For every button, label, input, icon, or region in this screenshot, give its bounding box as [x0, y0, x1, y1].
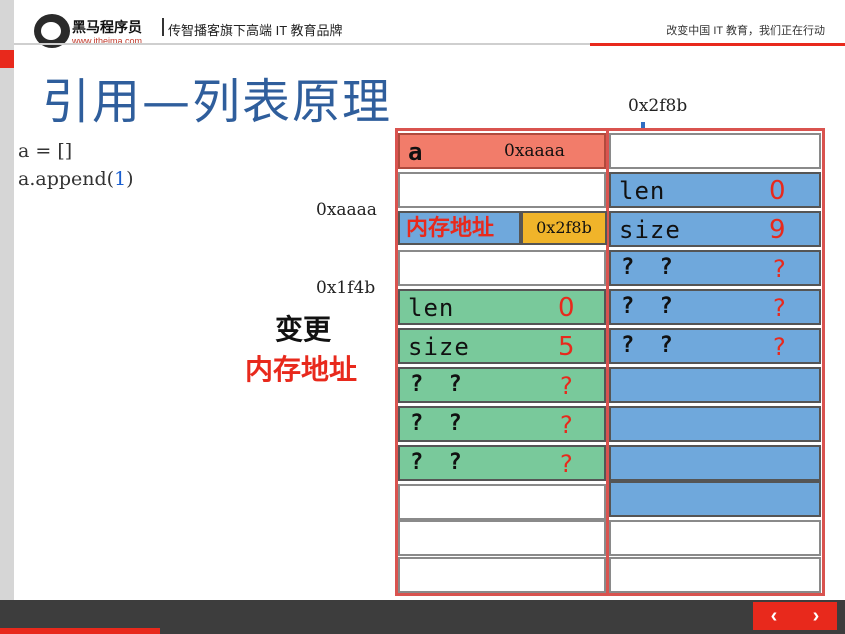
old-list-slot: ? ? ?: [398, 367, 606, 403]
old-list-slot-mark: ? ?: [410, 450, 468, 475]
new-list-slot-mark: ? ?: [621, 255, 679, 280]
header-divider: [162, 18, 164, 36]
variable-address: 0xaaaa: [504, 141, 565, 161]
old-list-size-value: 5: [558, 332, 575, 362]
code-line-2-suffix: ): [126, 168, 134, 190]
old-list-slot: ? ? ?: [398, 406, 606, 442]
next-slide-button[interactable]: ›: [813, 605, 820, 628]
variable-a-cell: a 0xaaaa: [398, 133, 606, 169]
pointer-row: 内存地址 0x2f8b: [398, 211, 607, 245]
old-list-slot-value: ?: [560, 411, 573, 439]
annotation-change: 变更: [275, 314, 332, 345]
bottom-progress-accent: [0, 628, 160, 634]
old-list-slot-mark: ? ?: [410, 411, 468, 436]
new-list-size-value: 9: [769, 215, 786, 245]
new-list-slot-mark: ? ?: [621, 294, 679, 319]
memory-cell-empty: [609, 520, 821, 556]
new-list-slot: ? ? ?: [609, 250, 821, 286]
new-list-slot-value: ?: [773, 294, 786, 322]
pointer-label: 内存地址: [398, 211, 521, 245]
new-list-slot: [609, 445, 821, 481]
code-line-2: a.append(1): [18, 168, 134, 190]
new-list-size-label: size: [619, 216, 681, 244]
new-list-slot: [609, 481, 821, 517]
new-list-len-label: len: [619, 177, 666, 205]
brand-name: 黑马程序员: [72, 19, 142, 35]
address-label-new-block: 0x2f8b: [628, 96, 688, 116]
memory-cell-empty: [398, 520, 606, 556]
memory-cell-empty: [398, 250, 606, 286]
old-list-slot-mark: ? ?: [410, 372, 468, 397]
address-label-a: 0xaaaa: [316, 200, 377, 220]
new-list-len-cell: len 0: [609, 172, 821, 208]
header-underline-accent: [590, 43, 845, 46]
memory-cell-empty: [609, 557, 821, 593]
memory-cell-empty: [398, 172, 606, 208]
new-list-slot-value: ?: [773, 255, 786, 283]
new-list-slot: ? ? ?: [609, 289, 821, 325]
new-list-size-cell: size 9: [609, 211, 821, 247]
new-list-slot-value: ?: [773, 333, 786, 361]
slide-navigation: ‹ ›: [753, 602, 837, 630]
code-line-2-arg: 1: [114, 168, 127, 190]
old-list-slot-value: ?: [560, 372, 573, 400]
brand-slogan: 改变中国 IT 教育，我们正在行动: [666, 25, 825, 37]
slide-header: 黑马程序员 www.itheima.com 传智播客旗下高端 IT 教育品牌 改…: [14, 0, 845, 48]
brand-tagline: 传智播客旗下高端 IT 教育品牌: [168, 23, 343, 38]
new-list-slot: ? ? ?: [609, 328, 821, 364]
code-line-1: a = []: [18, 140, 73, 162]
prev-slide-button[interactable]: ‹: [771, 605, 778, 628]
old-list-len-cell: len 0: [398, 289, 606, 325]
memory-cell-empty: [398, 484, 606, 520]
old-list-size-cell: size 5: [398, 328, 606, 364]
new-list-slot-mark: ? ?: [621, 333, 679, 358]
old-list-size-label: size: [408, 333, 470, 361]
old-list-slot-value: ?: [560, 450, 573, 478]
new-list-slot: [609, 367, 821, 403]
address-label-old-block: 0x1f4b: [316, 278, 376, 298]
pointer-value: 0x2f8b: [521, 211, 607, 245]
new-list-slot: [609, 406, 821, 442]
old-list-len-label: len: [408, 294, 455, 322]
variable-name: a: [408, 138, 424, 166]
slide-title: 引用—列表原理: [42, 74, 393, 130]
annotation-memory-address: 内存地址: [245, 354, 358, 385]
left-strip: [0, 0, 14, 600]
code-line-2-prefix: a.append(: [18, 168, 115, 190]
new-list-len-value: 0: [769, 176, 786, 206]
old-list-len-value: 0: [558, 293, 575, 323]
memory-cell-empty: [398, 557, 606, 593]
slide: 黑马程序员 www.itheima.com 传智播客旗下高端 IT 教育品牌 改…: [0, 0, 845, 600]
left-strip-accent: [0, 50, 14, 68]
memory-cell-empty: [609, 133, 821, 169]
old-list-slot: ? ? ?: [398, 445, 606, 481]
